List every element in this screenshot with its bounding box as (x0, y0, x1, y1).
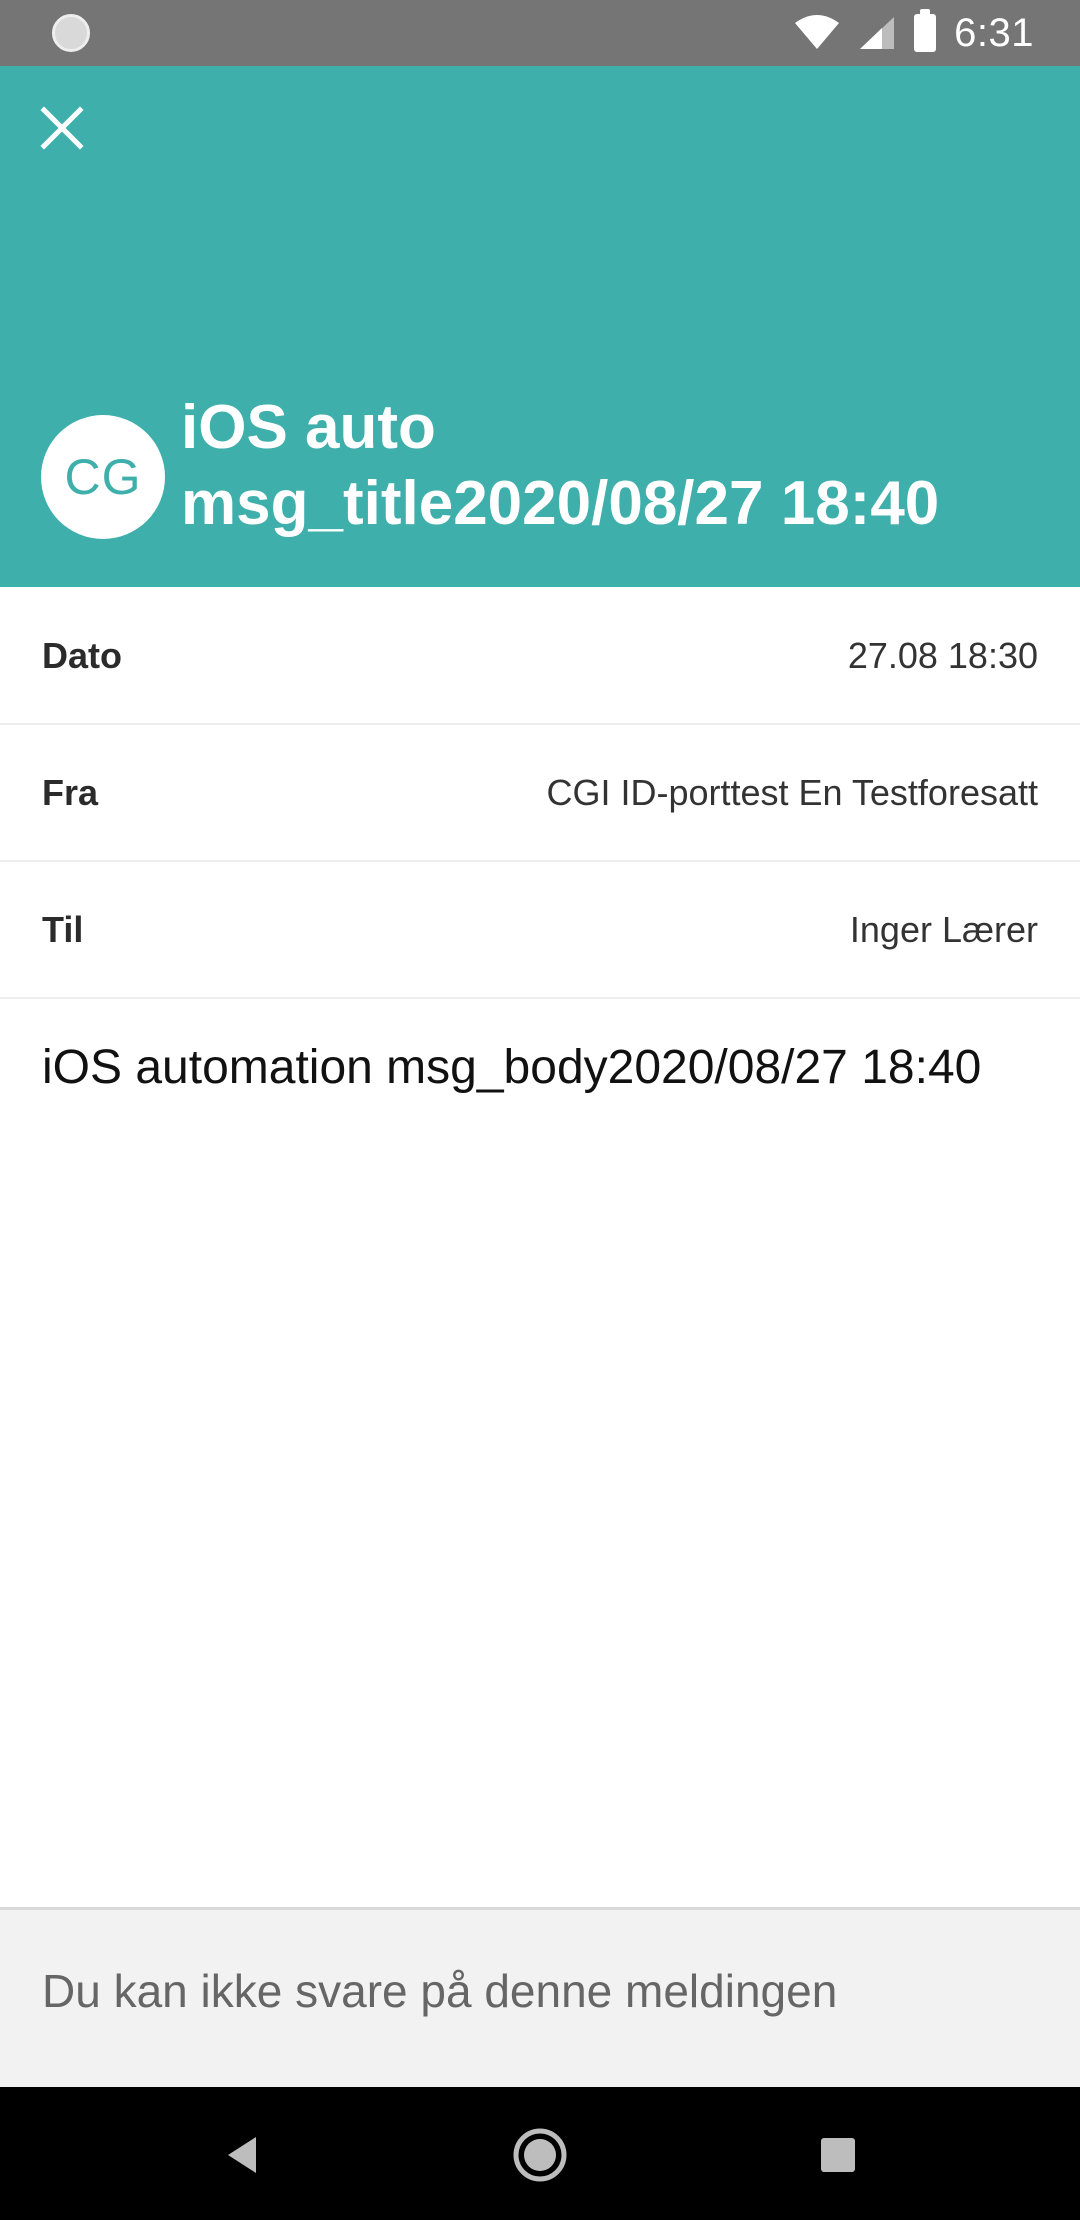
message-title-line2: msg_title2020/08/27 18:40 (181, 469, 940, 538)
close-button[interactable] (30, 96, 94, 160)
meta-value-to: Inger Lærer (849, 909, 1038, 950)
avatar: CG (41, 415, 165, 539)
meta-label-date: Dato (42, 635, 122, 676)
meta-row-to: Til Inger Lærer (0, 863, 1080, 999)
back-icon (228, 2137, 256, 2173)
status-bar: 6:31 (0, 0, 1080, 66)
meta-value-date: 27.08 18:30 (847, 635, 1038, 676)
meta-value-from: CGI ID-porttest En Testforesatt (546, 772, 1038, 813)
cell-signal-icon (860, 17, 895, 49)
battery-icon (914, 9, 937, 52)
meta-row-from: Fra CGI ID-porttest En Testforesatt (0, 726, 1080, 862)
wifi-icon (795, 15, 840, 49)
system-nav-bar (0, 2087, 1080, 2220)
status-time: 6:31 (954, 10, 1034, 55)
message-body: iOS automation msg_body2020/08/27 18:40 (42, 1041, 982, 1094)
sync-icon (52, 14, 90, 52)
recents-icon (821, 2138, 855, 2172)
back-button[interactable] (204, 2117, 280, 2193)
recents-button[interactable] (800, 2117, 876, 2193)
avatar-initials: CG (64, 449, 142, 505)
message-header: CG iOS auto msg_title2020/08/27 18:40 (0, 66, 1080, 587)
message-title-line1: iOS auto (181, 393, 436, 462)
meta-label-to: Til (42, 909, 84, 950)
meta-label-from: Fra (42, 772, 99, 813)
meta-row-date: Dato 27.08 18:30 (0, 589, 1080, 725)
reply-bar: Du kan ikke svare på denne meldingen (0, 1907, 1080, 2087)
status-icons: 6:31 (794, 0, 1034, 66)
close-icon (40, 106, 84, 150)
home-icon (513, 2128, 567, 2182)
message-title: iOS auto msg_title2020/08/27 18:40 (181, 390, 1061, 542)
home-button[interactable] (502, 2117, 578, 2193)
reply-disabled-notice: Du kan ikke svare på denne meldingen (42, 1965, 838, 2017)
